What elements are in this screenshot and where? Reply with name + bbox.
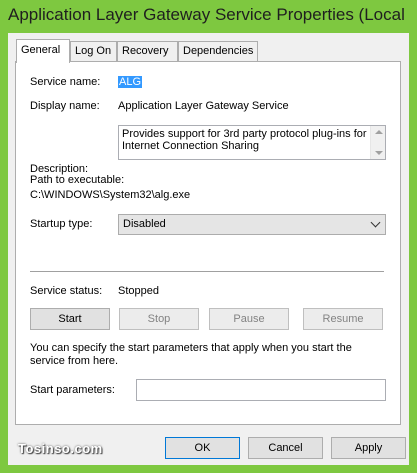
- separator: [30, 271, 384, 272]
- resume-button[interactable]: Resume: [303, 308, 383, 330]
- apply-button[interactable]: Apply: [331, 437, 406, 459]
- description-box[interactable]: Provides support for 3rd party protocol …: [118, 125, 386, 160]
- pause-button[interactable]: Pause: [209, 308, 289, 330]
- start-params-input[interactable]: [137, 380, 385, 400]
- description-text: Provides support for 3rd party protocol …: [122, 128, 367, 152]
- ok-button[interactable]: OK: [165, 437, 240, 459]
- scroll-up-icon[interactable]: [375, 130, 383, 134]
- general-tab-panel: Service name: ALG Display name: Applicat…: [15, 61, 401, 425]
- display-name-value[interactable]: Application Layer Gateway Service: [118, 100, 289, 112]
- startup-type-label: Startup type:: [30, 218, 93, 230]
- cancel-button[interactable]: Cancel: [248, 437, 323, 459]
- path-value[interactable]: C:\WINDOWS\System32\alg.exe: [30, 189, 190, 201]
- tab-general[interactable]: General: [16, 39, 70, 63]
- display-name-label: Display name:: [30, 100, 100, 112]
- start-button[interactable]: Start: [30, 308, 110, 330]
- watermark-text: Tosinso.com: [18, 441, 103, 456]
- dialog-client-area: General Log On Recovery Dependencies Ser…: [8, 33, 409, 465]
- window-title: Application Layer Gateway Service Proper…: [8, 5, 408, 24]
- path-label: Path to executable:: [30, 174, 125, 186]
- title-bar[interactable]: Application Layer Gateway Service Proper…: [0, 0, 417, 33]
- start-params-label: Start parameters:: [30, 384, 115, 396]
- service-name-label: Service name:: [30, 76, 101, 88]
- start-params-field[interactable]: [136, 379, 386, 401]
- service-name-value[interactable]: ALG: [118, 76, 143, 88]
- scroll-down-icon[interactable]: [375, 151, 383, 155]
- startup-type-value: Disabled: [123, 218, 166, 230]
- description-scrollbar[interactable]: [370, 126, 385, 159]
- service-status-value: Stopped: [118, 285, 159, 297]
- tab-dependencies[interactable]: Dependencies: [178, 41, 258, 62]
- tab-recovery[interactable]: Recovery: [117, 41, 178, 62]
- stop-button[interactable]: Stop: [119, 308, 199, 330]
- service-status-label: Service status:: [30, 285, 103, 297]
- chevron-down-icon: [370, 217, 381, 228]
- start-params-help: You can specify the start parameters tha…: [30, 342, 352, 367]
- startup-type-select[interactable]: Disabled: [118, 214, 386, 235]
- tab-log-on[interactable]: Log On: [70, 41, 117, 62]
